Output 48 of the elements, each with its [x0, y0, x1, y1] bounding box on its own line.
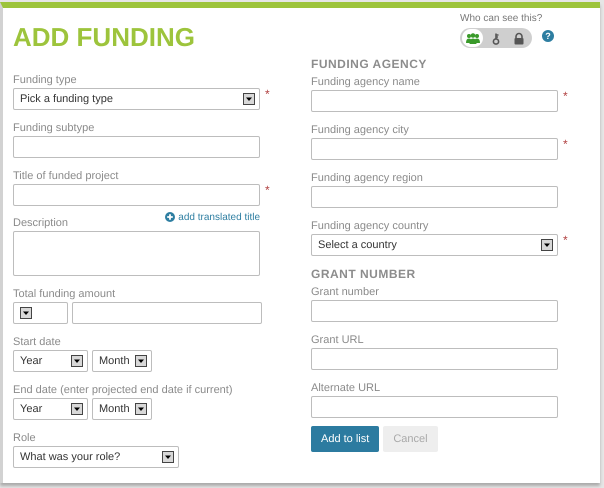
add-to-list-button[interactable]: Add to list: [311, 426, 380, 452]
text-field[interactable]: [311, 396, 558, 418]
field-label: Start date: [13, 335, 61, 349]
field-label: Alternate URL: [311, 381, 380, 395]
dropdown[interactable]: [13, 302, 68, 324]
help-icon[interactable]: ?: [542, 30, 554, 42]
field-label: Funding agency country: [311, 219, 428, 233]
field-label: Funding subtype: [13, 121, 94, 135]
visibility-label: Who can see this?: [460, 13, 544, 25]
required-mark: *: [265, 184, 270, 196]
dropdown[interactable]: Year: [13, 398, 88, 420]
dropdown[interactable]: Pick a funding type: [13, 88, 260, 110]
field-label: Funding agency city: [311, 123, 409, 137]
section-heading: FUNDING AGENCY: [311, 57, 428, 71]
page-title: ADD FUNDING: [13, 22, 196, 52]
section-heading: GRANT NUMBER: [311, 267, 417, 281]
field-label: Funding agency name: [311, 75, 420, 89]
required-mark: *: [563, 138, 568, 150]
text-field[interactable]: [13, 136, 260, 158]
field-label: Grant URL: [311, 333, 364, 347]
field-label: Role: [13, 431, 36, 445]
required-mark: *: [265, 88, 270, 100]
dropdown[interactable]: Year: [13, 350, 88, 372]
text-field[interactable]: [311, 300, 558, 322]
field-label: Grant number: [311, 285, 379, 299]
text-field[interactable]: [311, 348, 558, 370]
field-label: Title of funded project: [13, 169, 118, 183]
visibility-option[interactable]: [462, 29, 484, 47]
dropdown[interactable]: What was your role?: [13, 446, 179, 468]
amount-field[interactable]: [72, 302, 262, 324]
required-mark: *: [563, 90, 568, 102]
text-field[interactable]: [13, 184, 260, 206]
dropdown[interactable]: Month: [92, 398, 152, 420]
text-field[interactable]: [311, 186, 558, 208]
add-translated-title-link[interactable]: add translated title: [178, 212, 260, 222]
dropdown[interactable]: Month: [92, 350, 152, 372]
add-circle-icon[interactable]: [165, 212, 176, 222]
text-area[interactable]: [13, 231, 260, 276]
text-field[interactable]: [311, 90, 558, 112]
field-label: Funding type: [13, 73, 77, 87]
text-field[interactable]: [311, 138, 558, 160]
people-icon: [464, 32, 481, 44]
field-label: Total funding amount: [13, 287, 116, 301]
field-label: Funding agency region: [311, 171, 423, 185]
dropdown[interactable]: Select a country: [311, 234, 558, 256]
required-mark: *: [563, 234, 568, 246]
field-label: Description: [13, 216, 68, 230]
field-label: End date (enter projected end date if current): [13, 383, 233, 397]
